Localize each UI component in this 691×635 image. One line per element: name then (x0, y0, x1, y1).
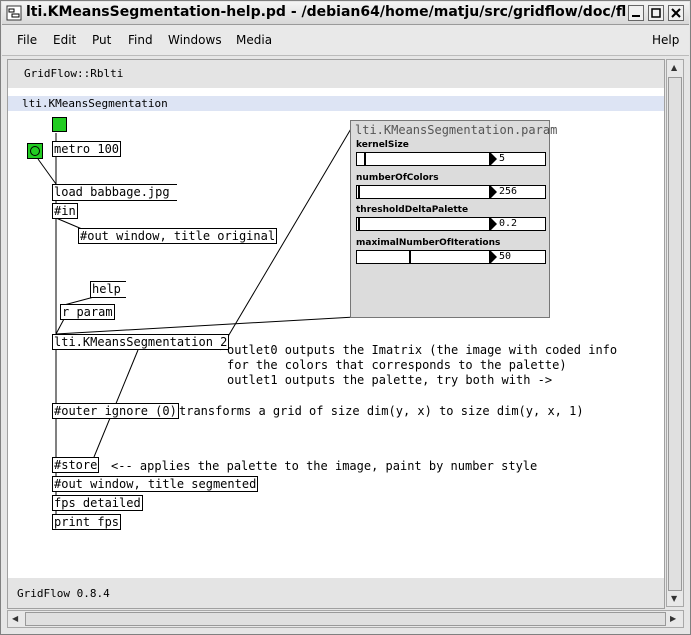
metro-object[interactable]: metro 100 (52, 141, 122, 157)
help-message[interactable]: help (90, 281, 126, 298)
receive-param-object[interactable]: r param (60, 304, 115, 320)
param-number-0[interactable]: 5 (490, 152, 546, 166)
param-label-2: thresholdDeltaPalette (356, 205, 469, 215)
load-message-label: load babbage.jpg (54, 185, 170, 199)
out-segmented-object[interactable]: #out window, title segmented (52, 476, 259, 492)
param-slider-3[interactable] (356, 249, 490, 264)
comment-outlet0-line2: for the colors that corresponds to the p… (227, 358, 567, 372)
param-label-3: maximalNumberOfIterations (356, 237, 501, 248)
toggle-button[interactable] (27, 143, 43, 159)
param-label-1: numberOfColors (356, 172, 439, 183)
comment-store: <-- applies the palette to the image, pa… (111, 459, 538, 473)
help-message-label: help (92, 282, 121, 296)
in-object[interactable]: #in (52, 203, 78, 219)
comment-outlet1: outlet1 outputs the palette, try both wi… (227, 373, 553, 387)
param-number-2[interactable]: 0.2 (490, 217, 546, 231)
param-number-1[interactable]: 256 (490, 184, 546, 199)
comment-outlet0-line1: outlet0 outputs the Imatrix (the image w… (227, 343, 618, 357)
param-slider-knob-0[interactable] (364, 153, 366, 165)
param-slider-knob-1[interactable] (358, 185, 360, 198)
fps-object[interactable]: fps detailed (52, 495, 143, 511)
param-slider-1[interactable] (356, 184, 490, 199)
param-number-3[interactable]: 50 (490, 249, 546, 264)
param-subpatch-title: lti.KMeansSegmentation.param (355, 123, 558, 137)
out-original-object[interactable]: #out window, title original (78, 228, 278, 244)
param-slider-2[interactable] (356, 217, 490, 231)
param-slider-0[interactable] (356, 152, 490, 166)
print-object[interactable]: print fps (52, 514, 122, 530)
comment-outer: transforms a grid of size dim(y, x) to s… (179, 404, 584, 418)
outer-object[interactable]: #outer ignore (0) (52, 403, 179, 419)
param-slider-knob-2[interactable] (358, 218, 360, 230)
store-object[interactable]: #store (52, 457, 100, 473)
load-message[interactable]: load babbage.jpg (52, 184, 177, 201)
bang-button[interactable] (52, 117, 67, 132)
param-slider-knob-3[interactable] (409, 250, 411, 263)
param-label-0: kernelSize (356, 140, 409, 150)
kmeans-object[interactable]: lti.KMeansSegmentation 2 (52, 334, 230, 350)
